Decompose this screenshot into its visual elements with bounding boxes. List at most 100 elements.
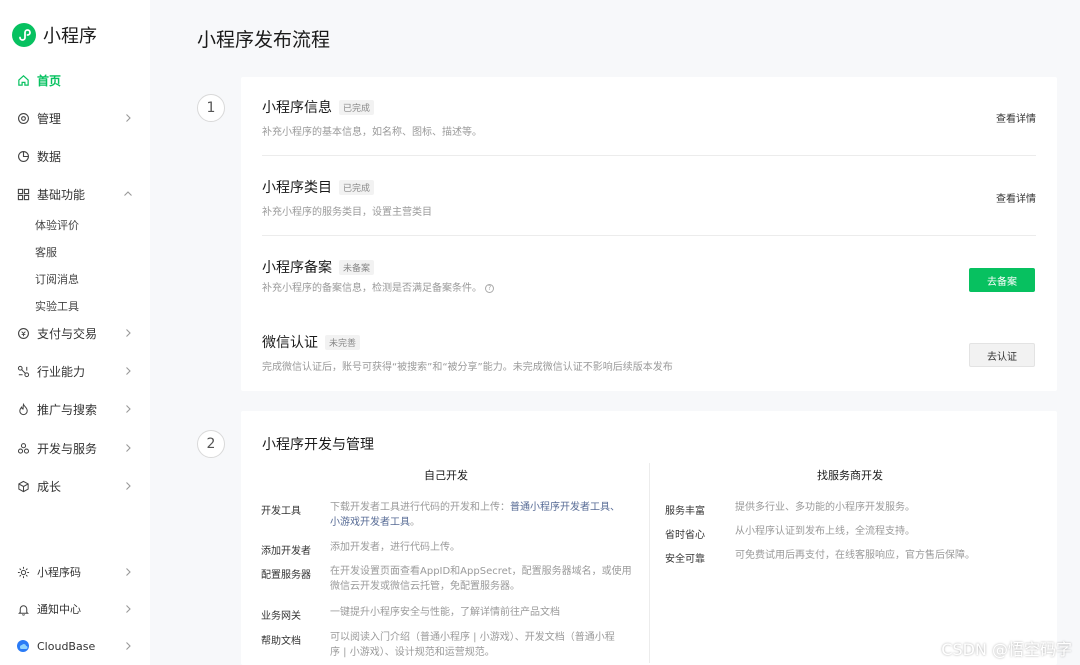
feature-name: 配置服务器 bbox=[261, 570, 311, 581]
feature-name: 开发工具 bbox=[261, 506, 301, 517]
step-number-2: 2 bbox=[197, 430, 225, 458]
row-title: 小程序备案 未备案 bbox=[262, 257, 375, 277]
row-desc: 补充小程序的备案信息，检测是否满足备案条件。? bbox=[262, 279, 494, 294]
sidebar-item-label: 数据 bbox=[37, 149, 62, 164]
feature-desc: 在开发设置页面查看AppID和AppSecret，配置服务器域名，或使用 微信云开… bbox=[330, 564, 635, 594]
network-icon bbox=[16, 364, 30, 378]
row-desc: 补充小程序的服务类目，设置主营类目 bbox=[262, 207, 432, 218]
sidebar-item-label: 管理 bbox=[37, 111, 62, 126]
row-title-text: 小程序类目 bbox=[262, 180, 332, 196]
self-dev-heading: 自己开发 bbox=[424, 469, 468, 482]
row-desc: 补充小程序的基本信息，如名称、图标、描述等。 bbox=[262, 127, 482, 138]
row-desc-text: 补充小程序的备案信息，检测是否满足备案条件。 bbox=[262, 283, 482, 294]
row-title: 小程序类目 已完成 bbox=[262, 177, 375, 197]
row-title: 微信认证 未完善 bbox=[262, 332, 361, 352]
sidebar-item-label: 通知中心 bbox=[37, 603, 81, 616]
dev-tool-link[interactable]: 普通小程序开发者工具、 bbox=[510, 502, 620, 513]
sidebar-item-promotion[interactable]: 推广与搜索 bbox=[16, 397, 138, 421]
game-dev-tool-link[interactable]: 小游戏开发者工具 bbox=[330, 517, 410, 528]
chevron-right-icon bbox=[126, 482, 131, 490]
row-title-text: 小程序信息 bbox=[262, 100, 332, 116]
feature-desc-line: 可以阅读入门介绍（普通小程序 | 小游戏）、开发文档（普通小程 bbox=[330, 632, 615, 643]
feature-name: 省时省心 bbox=[665, 530, 705, 541]
go-verify-button[interactable]: 去认证 bbox=[969, 343, 1035, 367]
chart-pie-icon bbox=[16, 149, 30, 163]
feature-name: 添加开发者 bbox=[261, 546, 311, 557]
brand[interactable]: 小程序 bbox=[12, 22, 97, 48]
view-details-link[interactable]: 查看详情 bbox=[996, 190, 1036, 205]
provider-dev-heading: 找服务商开发 bbox=[817, 469, 883, 482]
brand-name: 小程序 bbox=[43, 26, 97, 47]
chevron-right-icon bbox=[126, 568, 131, 576]
view-details-link[interactable]: 查看详情 bbox=[996, 110, 1036, 125]
step-number-1: 1 bbox=[197, 94, 225, 122]
watermark: CSDN @悟空码字 bbox=[941, 640, 1072, 659]
feature-desc: 一键提升小程序安全与性能，了解详情前往产品文档 bbox=[330, 607, 560, 618]
feature-name: 安全可靠 bbox=[665, 554, 705, 565]
status-badge: 未备案 bbox=[339, 259, 375, 275]
sidebar-subitem-experience[interactable]: 体验评价 bbox=[35, 217, 79, 233]
status-badge: 未完善 bbox=[325, 334, 361, 350]
home-icon bbox=[16, 73, 30, 87]
feature-desc-line: 在开发设置页面查看AppID和AppSecret，配置服务器域名，或使用 bbox=[330, 566, 632, 577]
row-title-text: 小程序备案 bbox=[262, 260, 332, 276]
sidebar-item-label: 成长 bbox=[37, 479, 62, 494]
row-title-text: 微信认证 bbox=[262, 335, 318, 351]
column-divider bbox=[649, 463, 650, 663]
sidebar-item-label: 支付与交易 bbox=[37, 326, 98, 341]
sidebar-item-label: 小程序码 bbox=[37, 566, 81, 579]
sidebar-item-growth[interactable]: 成长 bbox=[16, 474, 138, 498]
feature-name: 业务网关 bbox=[261, 611, 301, 622]
dev-manage-card: 小程序开发与管理 自己开发 找服务商开发 开发工具 下载开发者工具进行代码的开发… bbox=[241, 411, 1057, 665]
sidebar: 小程序 首页 管理 数据 基础功能 体验评价 客服 订阅消息 实验工具 支付与交… bbox=[0, 0, 150, 665]
sidebar-item-dev[interactable]: 开发与服务 bbox=[16, 436, 138, 460]
feature-desc: 从小程序认证到发布上线，全流程支持。 bbox=[735, 526, 915, 537]
divider bbox=[262, 155, 1036, 156]
sidebar-item-payment[interactable]: 支付与交易 bbox=[16, 321, 138, 345]
chevron-right-icon bbox=[126, 605, 131, 613]
sidebar-item-label: 推广与搜索 bbox=[37, 402, 98, 417]
sidebar-item-basic[interactable]: 基础功能 bbox=[16, 182, 138, 206]
chevron-right-icon bbox=[126, 405, 131, 413]
help-icon[interactable]: ? bbox=[485, 283, 494, 293]
sidebar-subitem-subscribe[interactable]: 订阅消息 bbox=[35, 271, 79, 287]
sidebar-item-data[interactable]: 数据 bbox=[16, 144, 138, 168]
publish-steps-card: 小程序信息 已完成 补充小程序的基本信息，如名称、图标、描述等。 查看详情 小程… bbox=[241, 77, 1057, 391]
row-desc: 完成微信认证后，账号可获得“被搜索”和“被分享”能力。未完成微信认证不影响后续版… bbox=[262, 362, 673, 373]
cloudbase-icon bbox=[16, 639, 30, 653]
status-badge: 已完成 bbox=[339, 179, 375, 195]
sidebar-subitem-lab[interactable]: 实验工具 bbox=[35, 298, 79, 314]
coin-icon bbox=[16, 326, 30, 340]
sun-icon bbox=[16, 565, 30, 579]
page-title: 小程序发布流程 bbox=[197, 29, 331, 51]
chevron-right-icon bbox=[126, 367, 131, 375]
sidebar-item-notifications[interactable]: 通知中心 bbox=[16, 597, 138, 621]
feature-desc-text: 。 bbox=[410, 517, 420, 528]
feature-desc-text: 下载开发者工具进行代码的开发和上传： bbox=[330, 502, 510, 513]
go-filing-button[interactable]: 去备案 bbox=[969, 268, 1035, 292]
sidebar-item-qrcode[interactable]: 小程序码 bbox=[16, 560, 138, 584]
divider bbox=[262, 235, 1036, 236]
settings-icon bbox=[16, 111, 30, 125]
grid-icon bbox=[16, 187, 30, 201]
sidebar-item-label: 行业能力 bbox=[37, 364, 86, 379]
sidebar-item-home[interactable]: 首页 bbox=[16, 68, 138, 92]
feature-desc: 下载开发者工具进行代码的开发和上传：普通小程序开发者工具、小游戏开发者工具。 bbox=[330, 500, 630, 530]
chevron-right-icon bbox=[126, 114, 131, 122]
sidebar-subitem-service[interactable]: 客服 bbox=[35, 244, 57, 260]
flame-icon bbox=[16, 402, 30, 416]
bell-icon bbox=[16, 602, 30, 616]
sidebar-item-label: 首页 bbox=[37, 73, 62, 88]
chevron-up-icon bbox=[124, 191, 132, 196]
sidebar-item-manage[interactable]: 管理 bbox=[16, 106, 138, 130]
cube-icon bbox=[16, 479, 30, 493]
feature-desc-line: 微信云开发或微信云托管，免配置服务器。 bbox=[330, 581, 520, 592]
feature-desc-line: 序 | 小游戏）、设计规范和运营规范。 bbox=[330, 647, 495, 658]
sidebar-item-label: 开发与服务 bbox=[37, 441, 98, 456]
sidebar-item-label: 基础功能 bbox=[37, 187, 86, 202]
sidebar-item-industry[interactable]: 行业能力 bbox=[16, 359, 138, 383]
section-title: 小程序开发与管理 bbox=[262, 437, 374, 453]
feature-name: 帮助文档 bbox=[261, 636, 301, 647]
sidebar-item-cloudbase[interactable]: CloudBase bbox=[16, 634, 138, 658]
cluster-icon bbox=[16, 441, 30, 455]
